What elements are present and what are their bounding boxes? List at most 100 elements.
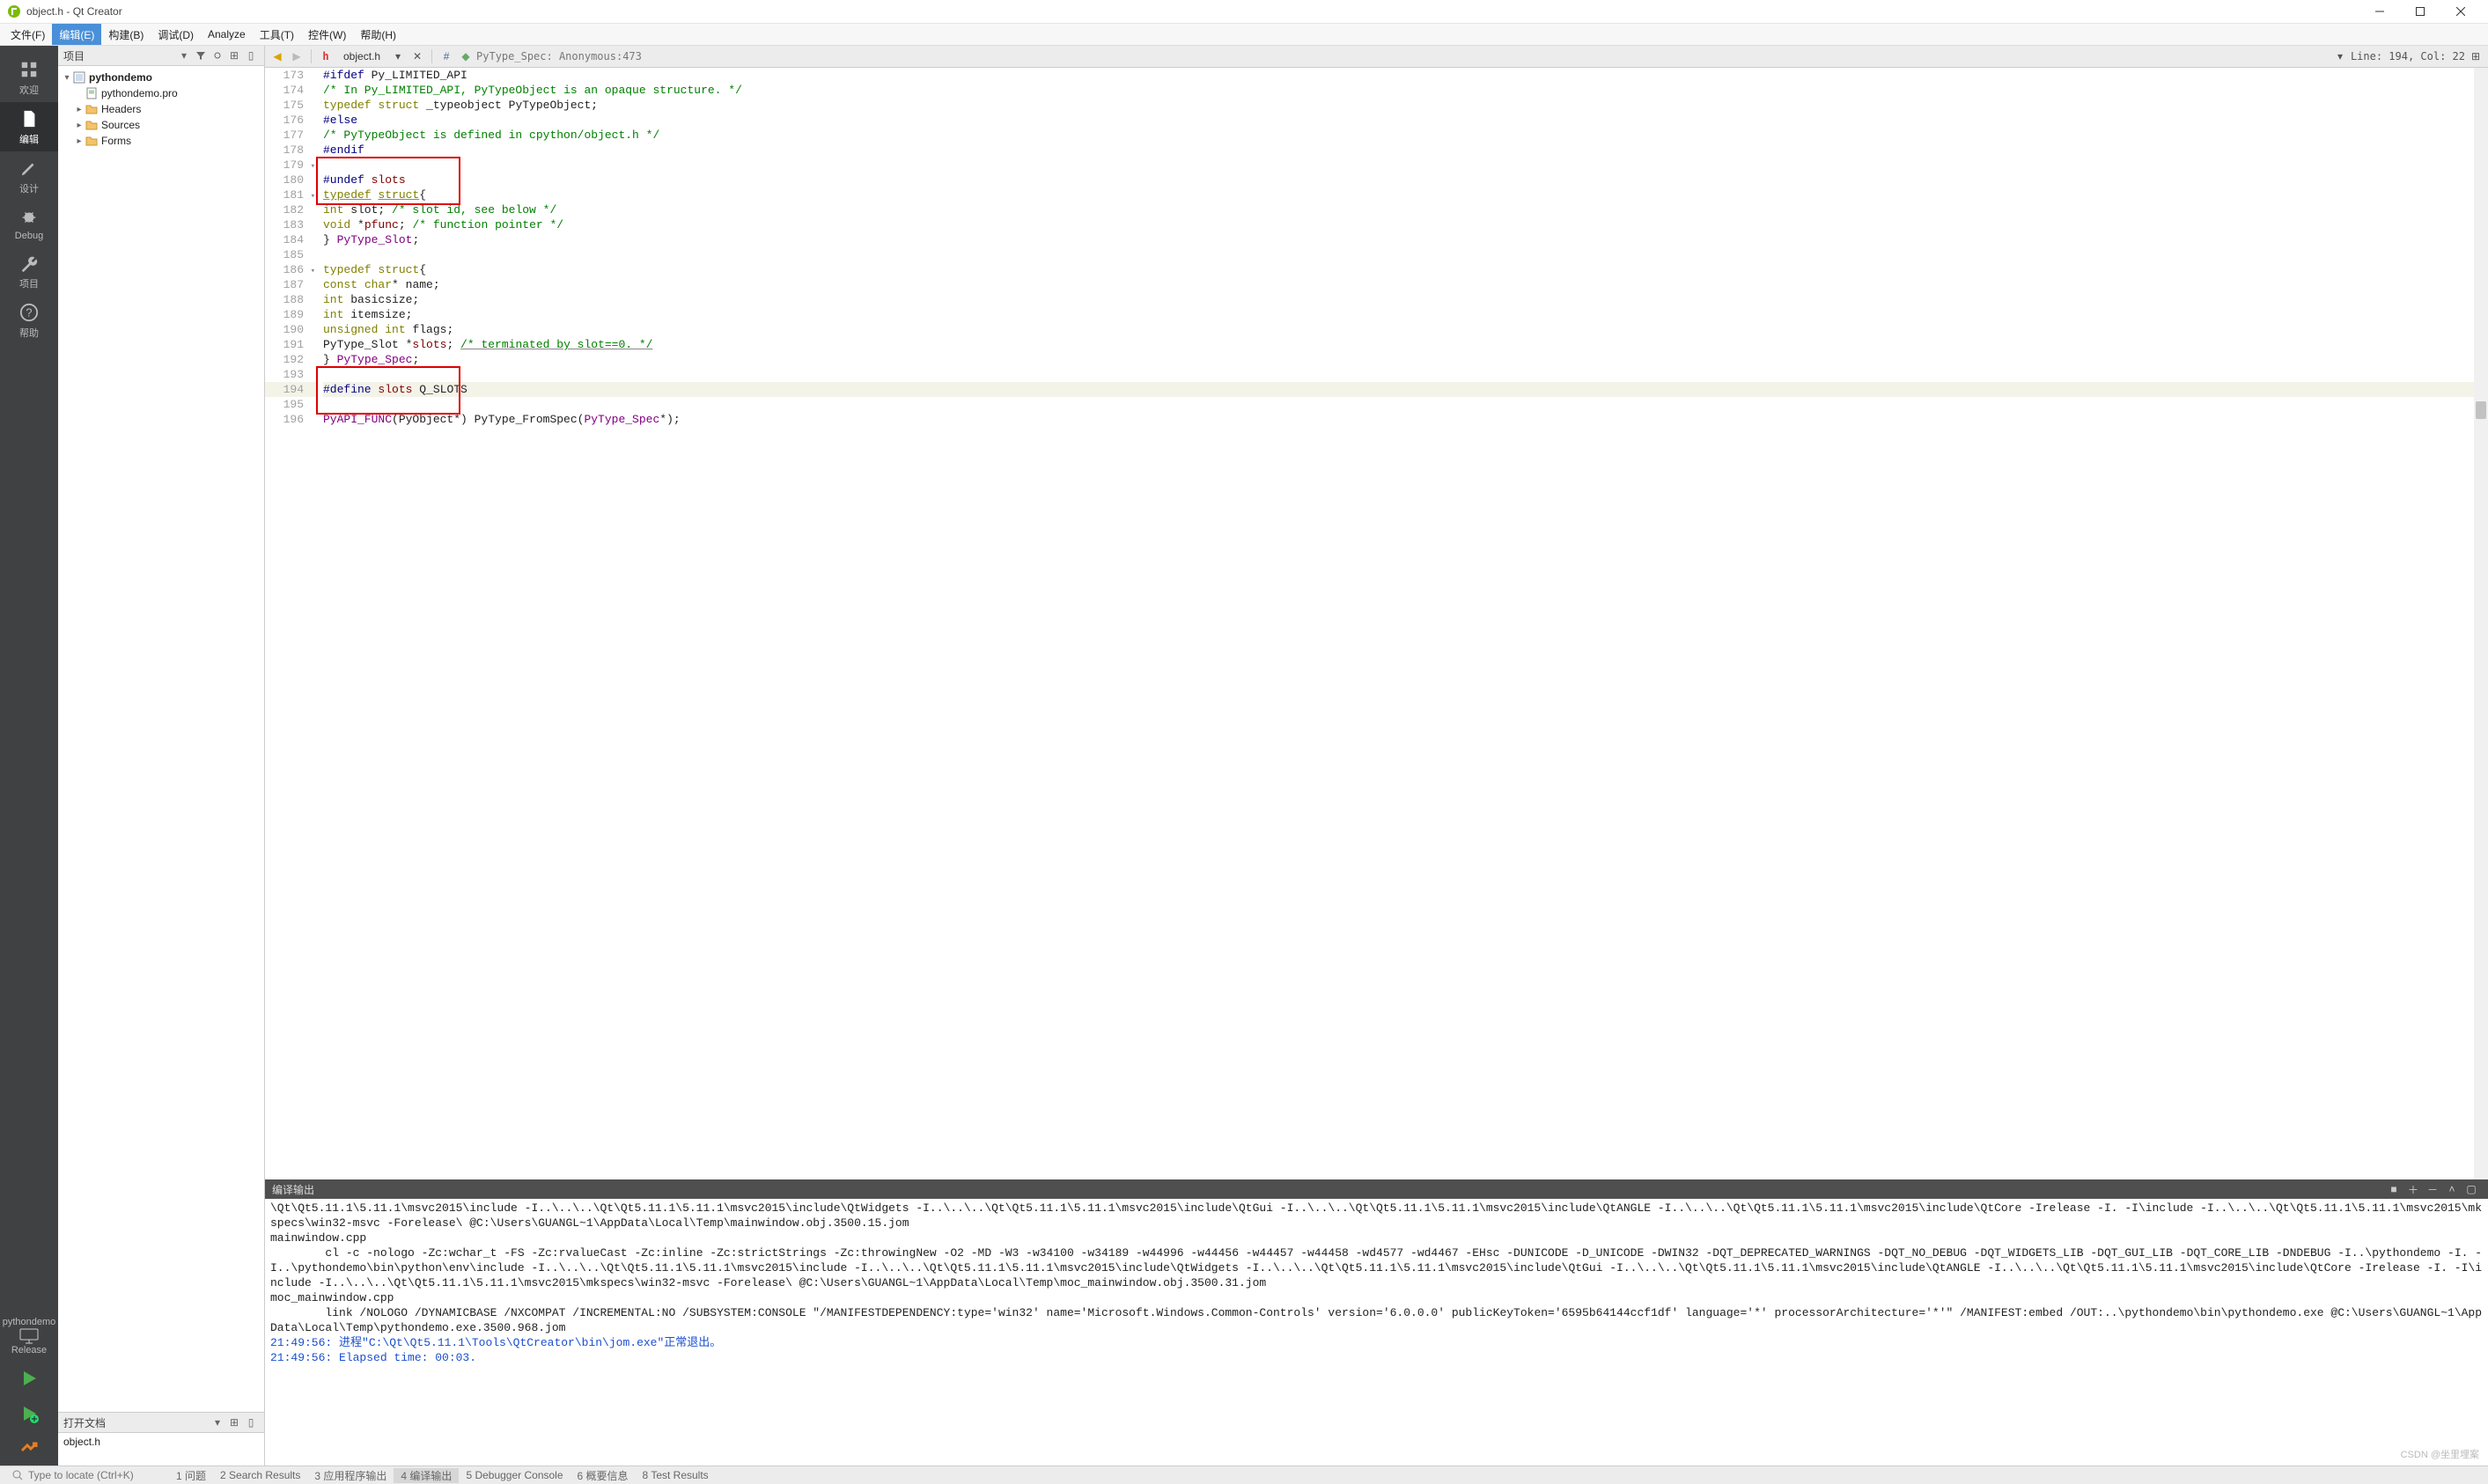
split-icon[interactable]: ⊞ <box>226 1414 242 1430</box>
code-line[interactable]: /* In Py_LIMITED_API, PyTypeObject is an… <box>323 83 2488 98</box>
output-minus-icon[interactable]: － <box>2423 1180 2442 1198</box>
code-line[interactable]: #ifdef Py_LIMITED_API <box>323 68 2488 83</box>
code-line[interactable] <box>323 158 2488 173</box>
dropdown-icon[interactable]: ▾ <box>210 1414 225 1430</box>
open-files-list[interactable]: object.h <box>58 1433 264 1466</box>
code-editor[interactable]: 173174175176177178179▾180181▾18218318418… <box>265 68 2488 1179</box>
crumb-dropdown-icon[interactable]: ▾ <box>2331 48 2349 65</box>
code-line[interactable] <box>323 367 2488 382</box>
debug-run-button[interactable] <box>0 1396 58 1431</box>
mode-bar: 欢迎编辑设计Debug项目?帮助 pythondemo Release <box>0 46 58 1466</box>
title-bar: object.h - Qt Creator <box>0 0 2488 24</box>
link-icon[interactable] <box>210 48 225 63</box>
file-dropdown-icon[interactable]: ▾ <box>389 48 407 65</box>
mode-帮助[interactable]: ?帮助 <box>0 296 58 345</box>
menu-item[interactable]: 工具(T) <box>253 24 301 45</box>
tree-item[interactable]: ▸Sources <box>62 117 264 133</box>
status-output-tab[interactable]: 3 应用程序输出 <box>307 1468 394 1483</box>
project-tree[interactable]: ▾pythondemopythondemo.pro▸Headers▸Source… <box>58 66 264 1412</box>
nav-back-button[interactable]: ◀ <box>269 48 286 65</box>
build-button[interactable] <box>0 1431 58 1466</box>
mode-欢迎[interactable]: 欢迎 <box>0 53 58 102</box>
output-stop-icon[interactable]: ■ <box>2384 1180 2403 1198</box>
code-line[interactable] <box>323 247 2488 262</box>
menu-item[interactable]: 编辑(E) <box>52 24 101 45</box>
menu-bar: 文件(F)编辑(E)构建(B)调试(D)Analyze工具(T)控件(W)帮助(… <box>0 24 2488 46</box>
run-target[interactable]: pythondemo Release <box>0 1311 58 1361</box>
menu-item[interactable]: 调试(D) <box>151 24 201 45</box>
code-line[interactable]: int basicsize; <box>323 292 2488 307</box>
mode-设计[interactable]: 设计 <box>0 151 58 201</box>
window-minimize-button[interactable] <box>2359 0 2400 23</box>
code-line[interactable]: int itemsize; <box>323 307 2488 322</box>
code-line[interactable]: #endif <box>323 143 2488 158</box>
monitor-icon <box>17 1327 41 1345</box>
code-line[interactable]: unsigned int flags; <box>323 322 2488 337</box>
locator[interactable] <box>5 1468 169 1482</box>
open-files-header: 打开文档 ▾ ⊞ ▯ <box>58 1413 264 1433</box>
menu-item[interactable]: 控件(W) <box>301 24 353 45</box>
dropdown-icon[interactable]: ▾ <box>176 48 192 63</box>
status-output-tab[interactable]: 5 Debugger Console <box>459 1468 570 1483</box>
code-line[interactable]: typedef struct _typeobject PyTypeObject; <box>323 98 2488 113</box>
open-files-title: 打开文档 <box>63 1415 209 1430</box>
editor-breadcrumb[interactable]: PyType_Spec: Anonymous:473 <box>476 50 642 62</box>
split-editor-icon[interactable]: ⊞ <box>2467 48 2484 65</box>
code-line[interactable]: #undef slots <box>323 173 2488 187</box>
open-file-item[interactable]: object.h <box>58 1433 264 1451</box>
code-line[interactable] <box>323 397 2488 412</box>
svg-text:?: ? <box>26 306 32 320</box>
menu-item[interactable]: 帮助(H) <box>353 24 403 45</box>
status-output-tab[interactable]: 8 Test Results <box>636 1468 716 1483</box>
run-target-config: Release <box>11 1345 47 1355</box>
editor-scrollbar[interactable] <box>2474 68 2488 1179</box>
code-line[interactable]: typedef struct{ <box>323 187 2488 202</box>
output-up-icon[interactable]: ˄ <box>2442 1180 2462 1198</box>
close-editor-button[interactable]: ✕ <box>409 48 426 65</box>
run-button[interactable] <box>0 1361 58 1396</box>
code-line[interactable]: typedef struct{ <box>323 262 2488 277</box>
nav-forward-button[interactable]: ▶ <box>288 48 305 65</box>
menu-item[interactable]: 构建(B) <box>101 24 151 45</box>
tree-item[interactable]: pythondemo.pro <box>62 85 264 101</box>
mode-debug[interactable]: Debug <box>0 201 58 246</box>
locator-input[interactable] <box>26 1468 162 1482</box>
code-line[interactable]: /* PyTypeObject is defined in cpython/ob… <box>323 128 2488 143</box>
status-output-tab[interactable]: 6 概要信息 <box>570 1468 636 1483</box>
editor-file-name[interactable]: object.h <box>336 50 387 62</box>
code-line[interactable]: PyType_Slot *slots; /* terminated by slo… <box>323 337 2488 352</box>
symbol-hash-icon: # <box>438 48 455 65</box>
mode-项目[interactable]: 项目 <box>0 246 58 296</box>
close-pane-icon[interactable]: ▯ <box>243 1414 259 1430</box>
mode-编辑[interactable]: 编辑 <box>0 102 58 151</box>
tree-item[interactable]: ▸Headers <box>62 101 264 117</box>
menu-item[interactable]: Analyze <box>201 24 253 45</box>
tree-item[interactable]: ▸Forms <box>62 133 264 149</box>
code-line[interactable]: #else <box>323 113 2488 128</box>
code-line[interactable]: #define slots Q_SLOTS <box>323 382 2488 397</box>
tree-item[interactable]: ▾pythondemo <box>62 70 264 85</box>
code-line[interactable]: PyAPI_FUNC(PyObject*) PyType_FromSpec(Py… <box>323 412 2488 427</box>
code-line[interactable]: int slot; /* slot id, see below */ <box>323 202 2488 217</box>
cursor-position: Line: 194, Col: 22 <box>2351 50 2465 62</box>
add-icon[interactable]: ⊞ <box>226 48 242 63</box>
split-icon[interactable]: ▯ <box>243 48 259 63</box>
project-pane-header: 项目 ▾ ⊞ ▯ <box>58 46 264 66</box>
status-bar: 1 问题2 Search Results3 应用程序输出4 编译输出5 Debu… <box>0 1466 2488 1484</box>
compile-output[interactable]: \Qt\Qt5.11.1\5.11.1\msvc2015\include -I.… <box>265 1199 2488 1466</box>
code-line[interactable]: } PyType_Slot; <box>323 232 2488 247</box>
status-output-tab[interactable]: 1 问题 <box>169 1468 213 1483</box>
status-output-tab[interactable]: 4 编译输出 <box>394 1468 459 1483</box>
filter-icon[interactable] <box>193 48 209 63</box>
code-line[interactable]: void *pfunc; /* function pointer */ <box>323 217 2488 232</box>
code-line[interactable]: const char* name; <box>323 277 2488 292</box>
status-output-tab[interactable]: 2 Search Results <box>213 1468 307 1483</box>
window-maximize-button[interactable] <box>2400 0 2440 23</box>
menu-item[interactable]: 文件(F) <box>4 24 52 45</box>
code-line[interactable]: } PyType_Spec; <box>323 352 2488 367</box>
header-file-icon: h <box>317 48 335 65</box>
window-title: object.h - Qt Creator <box>26 5 2359 18</box>
output-expand-icon[interactable]: ▢ <box>2462 1180 2481 1198</box>
output-add-icon[interactable]: ＋ <box>2403 1180 2423 1198</box>
window-close-button[interactable] <box>2440 0 2481 23</box>
